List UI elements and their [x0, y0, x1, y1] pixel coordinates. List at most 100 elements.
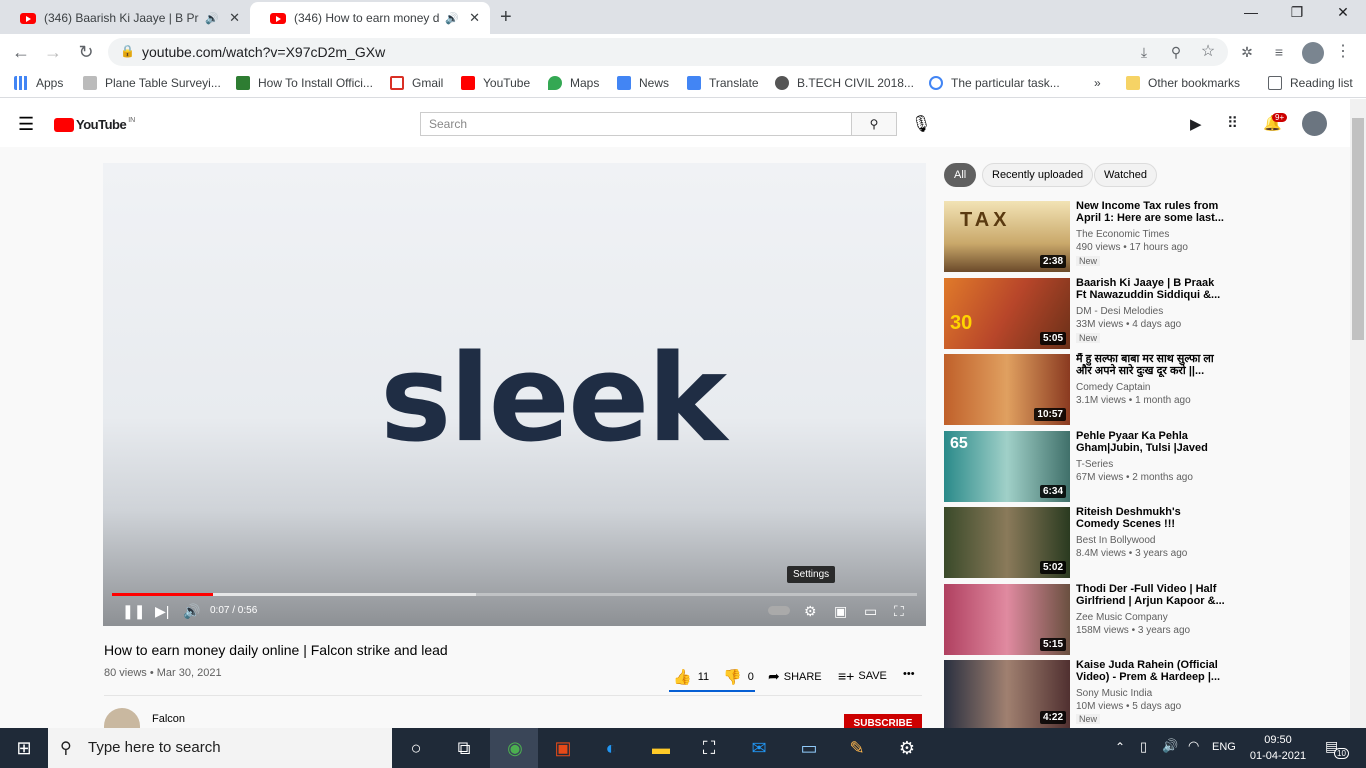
share-button[interactable]: ➦ SHARE [768, 668, 822, 685]
thumbnail[interactable]: 10:57 [944, 354, 1070, 425]
more-actions-button[interactable]: ••• [903, 668, 915, 680]
volume-icon[interactable]: 🔊 [1162, 738, 1178, 754]
bookmark-maps[interactable]: Maps [548, 76, 599, 90]
paint-icon[interactable]: ✎ [845, 736, 869, 760]
avatar[interactable] [1302, 111, 1327, 136]
like-button[interactable]: 👍 11 [673, 668, 709, 686]
search-icon[interactable]: ⚲ [851, 112, 897, 136]
rec-title[interactable]: Thodi Der -Full Video | Half Girlfriend … [1076, 583, 1226, 607]
bookmark-plane-table[interactable]: Plane Table Surveyi... [83, 76, 221, 90]
theater-mode-icon[interactable]: ▭ [864, 602, 877, 620]
menu-icon[interactable]: ⋮ [1332, 41, 1354, 63]
miniplayer-icon[interactable]: ▣ [834, 602, 847, 620]
bookmark-other[interactable]: Other bookmarks [1126, 76, 1240, 90]
bookmark-label: Other bookmarks [1148, 76, 1241, 90]
bookmark-translate[interactable]: Translate [687, 76, 759, 90]
save-button[interactable]: ≡+ SAVE [838, 668, 887, 684]
minimize-button[interactable]: — [1228, 4, 1274, 26]
edge-icon[interactable]: ◐ [599, 736, 623, 760]
rec-title[interactable]: Baarish Ki Jaaye | B Praak Ft Nawazuddin… [1076, 277, 1226, 301]
settings-icon[interactable]: ⚙ [895, 736, 919, 760]
volume-icon[interactable]: 🔊 [183, 602, 200, 620]
speaker-icon[interactable]: 🔊 [445, 12, 459, 25]
chrome-icon[interactable]: ◉ [503, 736, 527, 760]
dislike-button[interactable]: 👎 0 [723, 668, 754, 686]
star-icon[interactable]: ☆ [1197, 41, 1219, 63]
taskbar-search-input[interactable]: Type here to search [48, 728, 392, 768]
thumbnail[interactable]: 30 5:05 [944, 278, 1070, 349]
tab-title: (346) How to earn money daily [294, 11, 440, 25]
reload-icon[interactable]: ↻ [75, 41, 97, 63]
hamburger-menu-icon[interactable]: ☰ [18, 114, 34, 135]
tab-how-to-earn[interactable]: (346) How to earn money daily 🔊 ✕ [250, 2, 490, 34]
cortana-icon[interactable]: ○ [404, 736, 428, 760]
lock-icon[interactable]: 🔒 [120, 44, 135, 58]
profile-avatar[interactable] [1302, 42, 1324, 64]
language-indicator[interactable]: ENG [1212, 741, 1236, 753]
speaker-icon[interactable]: 🔊 [205, 12, 219, 25]
tab-baarish[interactable]: (346) Baarish Ki Jaaye | B Praak 🔊 ✕ [0, 2, 250, 34]
media-control-icon[interactable]: ≡ [1268, 41, 1290, 63]
create-video-icon[interactable]: ▶ [1190, 115, 1202, 133]
store-icon[interactable]: ⛶ [697, 736, 721, 760]
bookmark-particular-task[interactable]: The particular task... [929, 76, 1060, 90]
thumbnail[interactable]: 4:22 [944, 660, 1070, 728]
thumbnail[interactable]: TAX 2:38 [944, 201, 1070, 272]
forward-icon[interactable]: → [42, 41, 64, 63]
install-icon[interactable]: ⤓ [1133, 41, 1155, 63]
thumbnail[interactable]: 65 6:34 [944, 431, 1070, 502]
bookmark-gmail[interactable]: Gmail [390, 76, 443, 90]
bookmark-apps[interactable]: Apps [14, 76, 63, 90]
autoplay-toggle[interactable] [768, 606, 790, 615]
bookmark-install-office[interactable]: How To Install Offici... [236, 76, 373, 90]
thumbnail[interactable]: 5:02 [944, 507, 1070, 578]
settings-icon[interactable]: ⚙ [804, 602, 817, 620]
close-tab-icon[interactable]: ✕ [469, 10, 480, 26]
office-icon[interactable]: ▣ [551, 736, 575, 760]
remote-desktop-icon[interactable]: ▭ [797, 736, 821, 760]
duration-badge: 5:02 [1039, 561, 1066, 574]
rec-title[interactable]: Pehle Pyaar Ka Pehla Gham|Jubin, Tulsi |… [1076, 430, 1226, 454]
extensions-icon[interactable]: ✲ [1236, 41, 1258, 63]
pause-icon[interactable]: ❚❚ [122, 602, 145, 620]
search-input[interactable]: Search [420, 112, 852, 136]
bookmark-btech[interactable]: B.TECH CIVIL 2018... [775, 76, 914, 90]
apps-icon[interactable]: ⠿ [1227, 114, 1238, 132]
task-view-icon[interactable]: ⧉ [452, 736, 476, 760]
clock[interactable]: 09:50 01-04-2021 [1248, 732, 1308, 764]
file-explorer-icon[interactable]: ▬ [649, 736, 673, 760]
rec-title[interactable]: Riteish Deshmukh's Comedy Scenes !!! [1076, 506, 1226, 530]
mail-icon[interactable]: ✉ [747, 736, 771, 760]
wifi-icon[interactable]: ◠ [1188, 738, 1199, 754]
rec-meta: 490 views • 17 hours ago [1076, 242, 1188, 253]
rec-title[interactable]: मैं हु सल्फा बाबा मर साथ सुल्फा ला और अप… [1076, 353, 1226, 377]
scrollbar-thumb[interactable] [1352, 118, 1364, 340]
rec-title[interactable]: New Income Tax rules from April 1: Here … [1076, 200, 1226, 224]
url-text[interactable]: youtube.com/watch?v=X97cD2m_GXw [142, 44, 385, 60]
back-icon[interactable]: ← [10, 41, 32, 63]
close-window-button[interactable]: ✕ [1320, 4, 1366, 26]
bookmark-news[interactable]: News [617, 76, 669, 90]
folder-icon [1126, 76, 1140, 90]
chip-watched[interactable]: Watched [1094, 163, 1158, 187]
chip-all[interactable]: All [944, 163, 977, 187]
windows-start-icon[interactable]: ⊞ [12, 736, 36, 760]
channel-name[interactable]: Falcon [152, 713, 185, 725]
close-tab-icon[interactable]: ✕ [229, 10, 240, 26]
restore-button[interactable]: ❐ [1274, 4, 1320, 26]
show-hidden-icons-icon[interactable]: ⌃ [1115, 740, 1125, 754]
chip-recently-uploaded[interactable]: Recently uploaded [982, 163, 1094, 187]
battery-icon[interactable]: ▯ [1140, 739, 1147, 755]
reading-list[interactable]: Reading list [1268, 76, 1353, 90]
fullscreen-icon[interactable]: ⛶ [894, 602, 904, 620]
mic-icon[interactable]: 🎙 [911, 114, 931, 134]
subscribe-button[interactable]: SUBSCRIBE [844, 714, 922, 728]
rec-title[interactable]: Kaise Juda Rahein (Official Video) - Pre… [1076, 659, 1226, 683]
new-tab-button[interactable]: + [500, 6, 512, 29]
next-icon[interactable]: ▶| [155, 602, 169, 620]
youtube-logo[interactable]: YouTube IN [54, 117, 135, 132]
thumbnail[interactable]: 5:15 [944, 584, 1070, 655]
zoom-icon[interactable]: ⚲ [1165, 41, 1187, 63]
bookmarks-overflow-button[interactable]: » [1094, 76, 1101, 90]
bookmark-youtube[interactable]: YouTube [461, 76, 530, 90]
